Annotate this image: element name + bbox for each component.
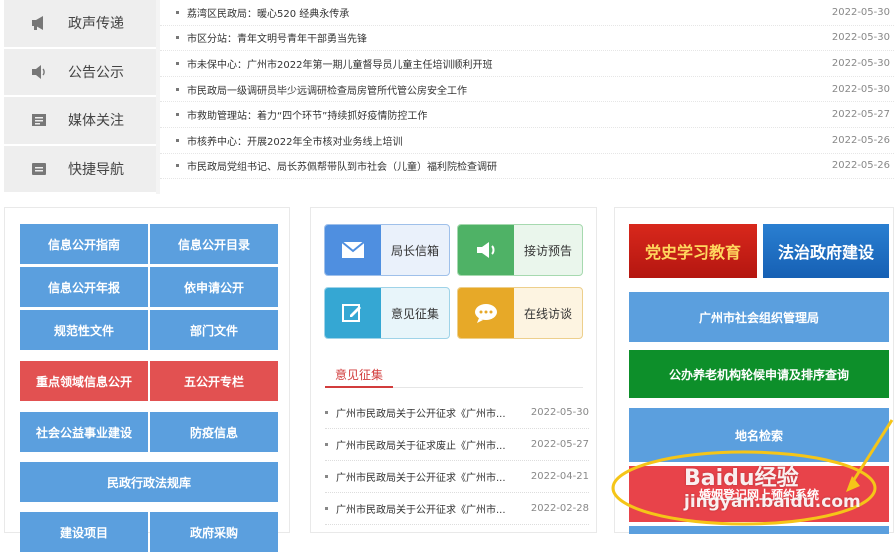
news-date: 2022-05-30: [831, 83, 890, 95]
tile-label: 接访预告: [523, 243, 572, 258]
sidebar-item-navigation[interactable]: 快捷导航: [4, 145, 156, 194]
bullet-icon: [176, 164, 179, 168]
epidemic-info-button[interactable]: 防疫信息: [150, 412, 278, 452]
edit-icon: [325, 288, 381, 338]
list-item[interactable]: 市未保中心：广州市2022年第一期儿童督导员儿童主任培训顺利开班 2022-05-…: [160, 51, 894, 77]
apply-disclosure-button[interactable]: 依申请公开: [150, 267, 278, 307]
opinion-title[interactable]: 广州市民政局关于公开征求《广州市...: [336, 469, 529, 484]
news-date: 2022-05-26: [831, 134, 890, 146]
list-item[interactable]: 广州市民政局关于公开征求《广州市... 2022-04-21: [325, 461, 589, 493]
party-history-banner[interactable]: 党史学习教育: [629, 224, 757, 278]
interaction-panel: 局长信箱 接访预告 意见征集 在线访谈 意见征集 广州市民政局关于公开征求《广州…: [310, 207, 597, 533]
sidebar-item-label: 快捷导航: [68, 161, 124, 178]
news-title[interactable]: 市民政局党组书记、局长苏佩帮带队到市社会（儿童）福利院检查调研: [187, 158, 826, 173]
sidebar-item-label: 政声传递: [68, 16, 124, 33]
tile-label: 意见征集: [390, 306, 439, 321]
info-guide-button[interactable]: 信息公开指南: [20, 224, 148, 264]
opinion-date: 2022-05-30: [530, 407, 589, 418]
list-item[interactable]: 市核养中心：开展2022年全市核对业务线上培训 2022-05-26: [160, 128, 894, 154]
watermark-brand: Baidu经验: [684, 466, 799, 491]
opinion-collection-tile[interactable]: 意见征集: [324, 287, 450, 339]
opinion-date: 2022-02-28: [530, 503, 589, 514]
newspaper-icon: [30, 112, 48, 128]
sidebar-item-media[interactable]: 媒体关注: [4, 97, 156, 146]
news-list: 荔湾区民政局：暖心520 经典永传承 2022-05-30 市区分站：青年文明号青…: [160, 0, 894, 194]
list-item[interactable]: 市救助管理站：着力“四个环节”持续抓好疫情防控工作 2022-05-27: [160, 102, 894, 128]
sidebar-item-policy[interactable]: 政声传递: [4, 0, 156, 49]
director-mailbox-tile[interactable]: 局长信箱: [324, 224, 450, 276]
bullet-icon: [176, 138, 179, 142]
news-panel: 政声传递 公告公示 媒体关注 快捷导航 荔湾区民政局：暖心520 经典永传承 20…: [4, 0, 894, 194]
news-category-sidebar: 政声传递 公告公示 媒体关注 快捷导航: [4, 0, 156, 194]
list-item[interactable]: 市民政局党组书记、局长苏佩帮带队到市社会（儿童）福利院检查调研 2022-05-2…: [160, 154, 894, 180]
bullet-icon: [325, 411, 328, 414]
online-interview-tile[interactable]: 在线访谈: [457, 287, 583, 339]
news-title[interactable]: 荔湾区民政局：暖心520 经典永传承: [187, 5, 826, 20]
opinion-section-header: 意见征集: [325, 364, 583, 388]
opinion-title[interactable]: 广州市民政局关于公开征求《广州市...: [336, 501, 529, 516]
sidebar-item-notices[interactable]: 公告公示: [4, 48, 156, 97]
bullet-icon: [176, 61, 179, 65]
elderly-care-query-button[interactable]: 公办养老机构轮候申请及排序查询: [629, 350, 889, 398]
opinion-date: 2022-04-21: [530, 471, 589, 482]
navigation-icon: [30, 161, 48, 177]
opinion-date: 2022-05-27: [530, 439, 589, 450]
speaker-icon: [458, 225, 514, 275]
info-catalog-button[interactable]: 信息公开目录: [150, 224, 278, 264]
news-title[interactable]: 市未保中心：广州市2022年第一期儿童督导员儿童主任培训顺利开班: [187, 56, 826, 71]
department-docs-button[interactable]: 部门文件: [150, 310, 278, 350]
list-item[interactable]: 广州市民政局关于公开征求《广州市... 2022-05-30: [325, 397, 589, 429]
bullet-icon: [176, 10, 179, 14]
news-title[interactable]: 市核养中心：开展2022年全市核对业务线上培训: [187, 133, 826, 148]
sidebar-item-label: 媒体关注: [68, 113, 124, 130]
watermark-url: jingyan.baidu.com: [684, 492, 861, 512]
rule-of-law-banner[interactable]: 法治政府建设: [763, 224, 889, 278]
tile-label: 在线访谈: [523, 306, 572, 321]
bullet-icon: [325, 475, 328, 478]
news-date: 2022-05-30: [831, 6, 890, 18]
procurement-button[interactable]: 政府采购: [150, 512, 278, 552]
chat-icon: [458, 288, 514, 338]
section-title[interactable]: 意见征集: [325, 364, 394, 388]
opinion-title[interactable]: 广州市民政局关于公开征求《广州市...: [336, 405, 529, 420]
bullet-icon: [176, 113, 179, 117]
news-title[interactable]: 市救助管理站：着力“四个环节”持续抓好疫情防控工作: [187, 107, 826, 122]
opinion-title[interactable]: 广州市民政局关于征求废止《广州市...: [336, 437, 529, 452]
news-date: 2022-05-26: [831, 160, 890, 172]
mail-icon: [325, 225, 381, 275]
key-areas-button[interactable]: 重点领域信息公开: [20, 361, 148, 401]
megaphone-icon: [30, 15, 48, 31]
construction-projects-button[interactable]: 建设项目: [20, 512, 148, 552]
social-org-admin-button[interactable]: 广州市社会组织管理局: [629, 292, 889, 342]
info-disclosure-panel: 信息公开指南 信息公开目录 信息公开年报 依申请公开 规范性文件 部门文件 重点…: [4, 207, 290, 552]
visit-notice-tile[interactable]: 接访预告: [457, 224, 583, 276]
list-item[interactable]: 广州市民政局关于征求废止《广州市... 2022-05-27: [325, 429, 589, 461]
bullet-icon: [325, 443, 328, 446]
bullet-icon: [176, 36, 179, 40]
annual-report-button[interactable]: 信息公开年报: [20, 267, 148, 307]
list-item[interactable]: 市区分站：青年文明号青年干部勇当先锋 2022-05-30: [160, 26, 894, 52]
normative-docs-button[interactable]: 规范性文件: [20, 310, 148, 350]
speaker-icon: [30, 64, 48, 80]
sidebar-item-label: 公告公示: [68, 64, 124, 81]
list-item[interactable]: 荔湾区民政局：暖心520 经典永传承 2022-05-30: [160, 0, 894, 26]
news-title[interactable]: 市民政局一级调研员毕少远调研检查局房管所代管公房安全工作: [187, 82, 826, 97]
list-item[interactable]: 市民政局一级调研员毕少远调研检查局房管所代管公房安全工作 2022-05-30: [160, 77, 894, 103]
tile-label: 局长信箱: [390, 243, 439, 258]
news-date: 2022-05-27: [831, 109, 890, 121]
bullet-icon: [176, 87, 179, 91]
list-item[interactable]: 广州市民政局关于公开征求《广州市... 2022-02-28: [325, 493, 589, 525]
news-date: 2022-05-30: [831, 57, 890, 69]
news-date: 2022-05-30: [831, 32, 890, 44]
five-disclosure-button[interactable]: 五公开专栏: [150, 361, 278, 401]
bullet-icon: [325, 507, 328, 510]
public-welfare-button[interactable]: 社会公益事业建设: [20, 412, 148, 452]
news-title[interactable]: 市区分站：青年文明号青年干部勇当先锋: [187, 30, 826, 45]
regulations-db-button[interactable]: 民政行政法规库: [20, 462, 278, 502]
